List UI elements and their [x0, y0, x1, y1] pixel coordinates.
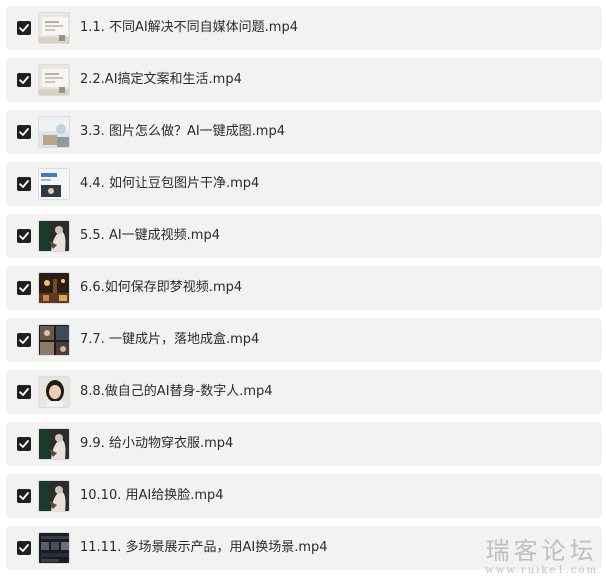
checkbox[interactable] — [17, 177, 31, 191]
file-row[interactable]: 10.10. 用AI给换脸.mp4 — [6, 474, 602, 518]
video-thumbnail — [38, 116, 70, 148]
video-thumbnail — [38, 324, 70, 356]
checkbox[interactable] — [17, 385, 31, 399]
video-thumbnail — [38, 428, 70, 460]
file-name: 6.6.如何保存即梦视频.mp4 — [80, 280, 243, 295]
video-thumbnail — [38, 376, 70, 408]
video-thumbnail — [38, 532, 70, 564]
file-name: 8.8.做自己的AI替身-数字人.mp4 — [80, 384, 273, 399]
checkbox[interactable] — [17, 21, 31, 35]
video-thumbnail — [38, 168, 70, 200]
file-row[interactable]: 1.1. 不同AI解决不同自媒体问题.mp4 — [6, 6, 602, 50]
file-row[interactable]: 4.4. 如何让豆包图片干净.mp4 — [6, 162, 602, 206]
file-name: 10.10. 用AI给换脸.mp4 — [80, 488, 224, 503]
checkbox[interactable] — [17, 73, 31, 87]
file-row[interactable]: 6.6.如何保存即梦视频.mp4 — [6, 266, 602, 310]
file-row[interactable]: 5.5. AI一键成视频.mp4 — [6, 214, 602, 258]
checkbox[interactable] — [17, 489, 31, 503]
checkbox[interactable] — [17, 229, 31, 243]
file-row[interactable]: 2.2.AI搞定文案和生活.mp4 — [6, 58, 602, 102]
file-name: 5.5. AI一键成视频.mp4 — [80, 228, 220, 243]
file-name: 2.2.AI搞定文案和生活.mp4 — [80, 72, 242, 87]
checkbox[interactable] — [17, 125, 31, 139]
checkbox[interactable] — [17, 333, 31, 347]
checkbox[interactable] — [17, 437, 31, 451]
file-row[interactable]: 9.9. 给小动物穿衣服.mp4 — [6, 422, 602, 466]
checkbox[interactable] — [17, 541, 31, 555]
file-row[interactable]: 7.7. 一键成片，落地成盒.mp4 — [6, 318, 602, 362]
video-thumbnail — [38, 64, 70, 96]
video-thumbnail — [38, 272, 70, 304]
file-name: 1.1. 不同AI解决不同自媒体问题.mp4 — [80, 20, 298, 35]
file-name: 4.4. 如何让豆包图片干净.mp4 — [80, 176, 260, 191]
file-list: 1.1. 不同AI解决不同自媒体问题.mp4 2.2.AI搞定文案和生活.mp4 3… — [0, 0, 606, 581]
file-row[interactable]: 8.8.做自己的AI替身-数字人.mp4 — [6, 370, 602, 414]
file-row[interactable]: 3.3. 图片怎么做？AI一键成图.mp4 — [6, 110, 602, 154]
file-name: 9.9. 给小动物穿衣服.mp4 — [80, 436, 234, 451]
checkbox[interactable] — [17, 281, 31, 295]
video-thumbnail — [38, 220, 70, 252]
file-row[interactable]: 11.11. 多场景展示产品，用AI换场景.mp4 — [6, 526, 602, 570]
file-name: 11.11. 多场景展示产品，用AI换场景.mp4 — [80, 540, 328, 555]
file-name: 7.7. 一键成片，落地成盒.mp4 — [80, 332, 260, 347]
file-name: 3.3. 图片怎么做？AI一键成图.mp4 — [80, 124, 285, 139]
video-thumbnail — [38, 12, 70, 44]
video-thumbnail — [38, 480, 70, 512]
